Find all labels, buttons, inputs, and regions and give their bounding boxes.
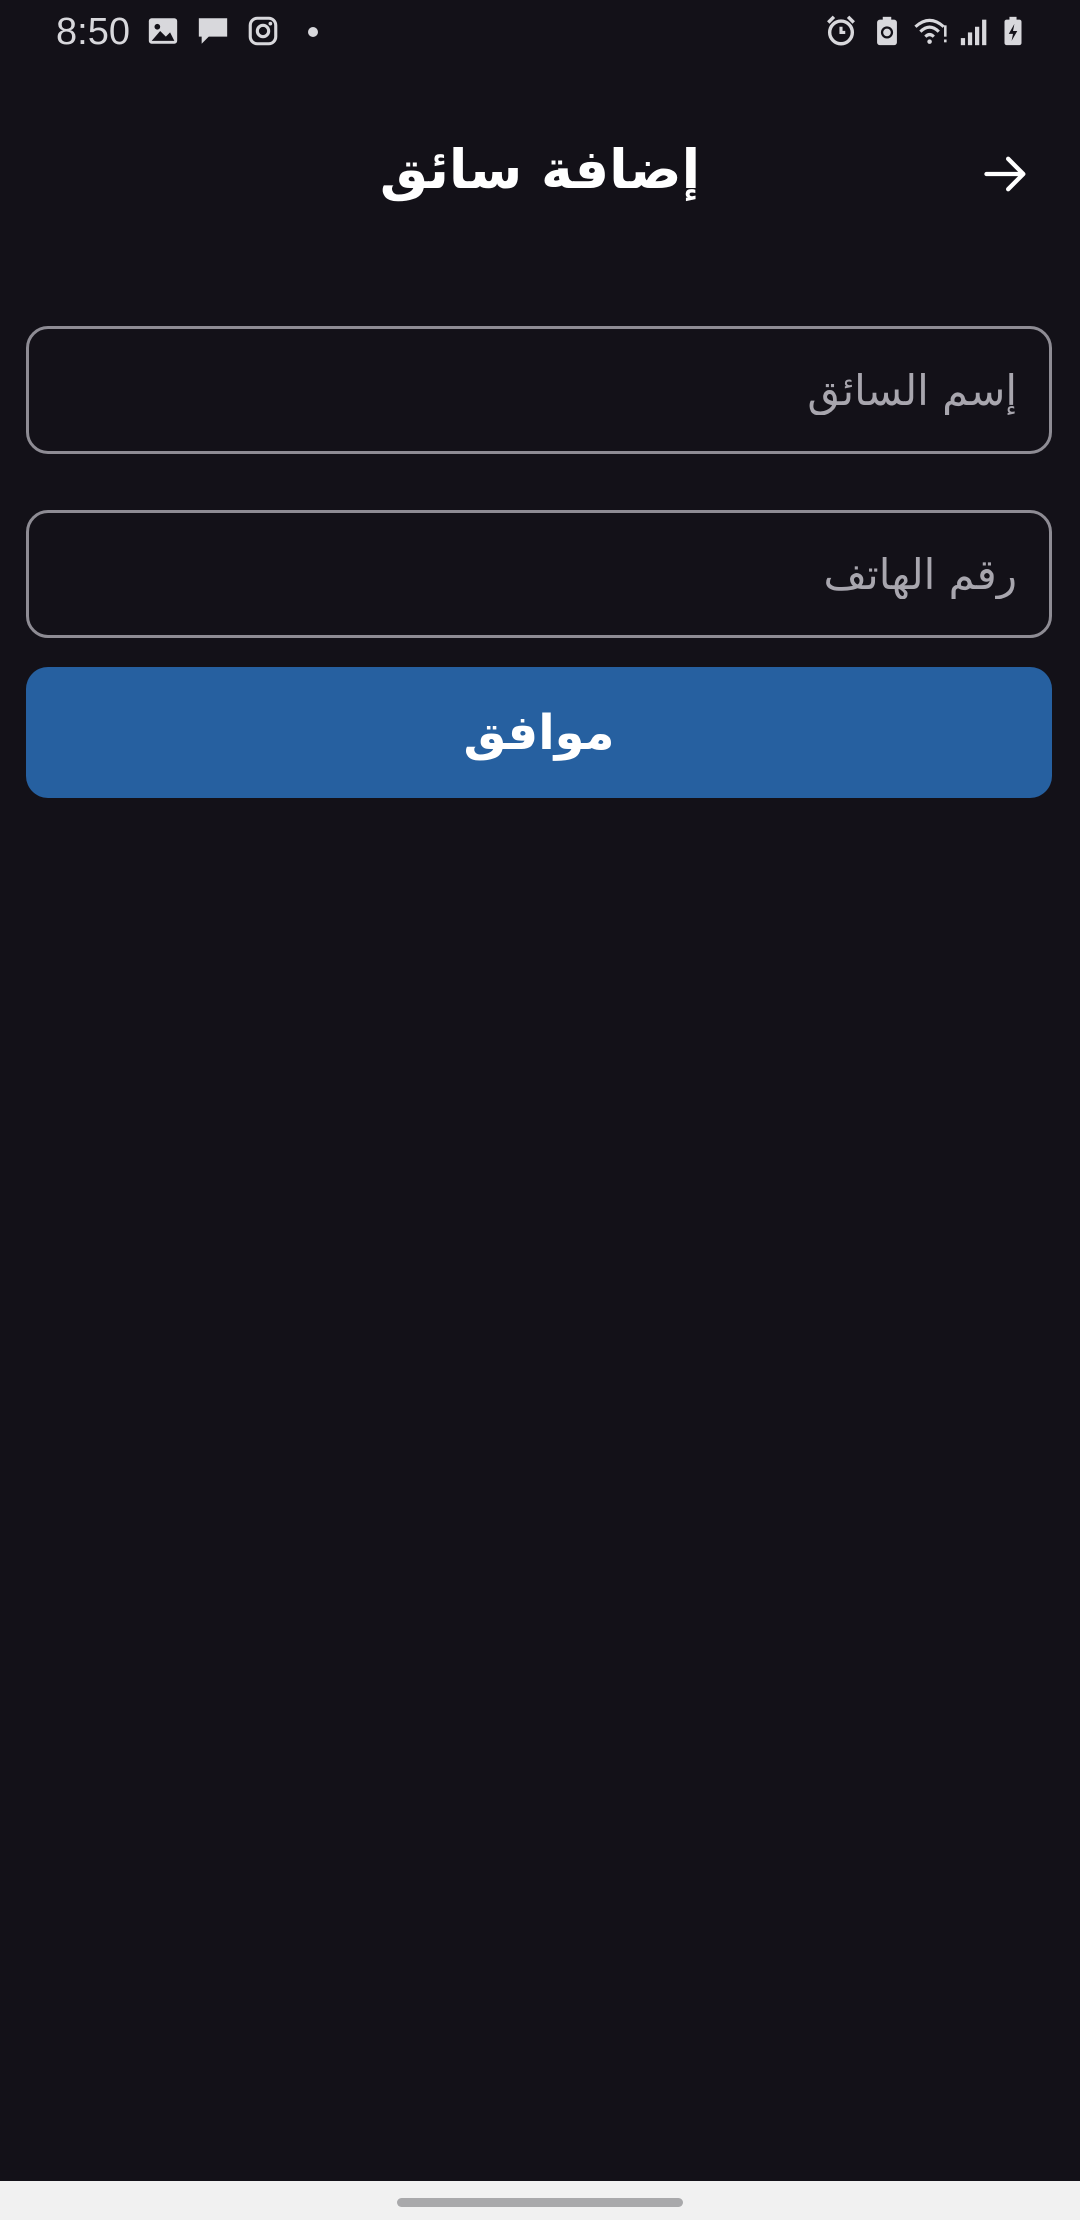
phone-number-input[interactable] bbox=[29, 513, 1049, 635]
instagram-icon bbox=[246, 14, 280, 48]
app-bar: إضافة سائق bbox=[0, 110, 1080, 230]
signal-icon bbox=[958, 14, 992, 48]
submit-button[interactable]: موافق bbox=[26, 667, 1052, 798]
home-gesture-handle[interactable] bbox=[397, 2198, 683, 2207]
alarm-icon bbox=[824, 14, 858, 48]
notification-dot-icon bbox=[308, 27, 318, 37]
message-icon bbox=[196, 14, 230, 48]
status-time: 8:50 bbox=[56, 11, 130, 53]
gallery-icon bbox=[146, 14, 180, 48]
system-nav-bar bbox=[0, 2181, 1080, 2220]
arrow-right-icon bbox=[984, 156, 1026, 192]
battery-saver-icon bbox=[870, 14, 904, 48]
phone-number-field bbox=[26, 510, 1052, 638]
page-title: إضافة سائق bbox=[379, 138, 701, 201]
status-bar: 8:50 bbox=[0, 0, 1080, 64]
back-button[interactable] bbox=[966, 134, 1046, 214]
wifi-icon bbox=[914, 14, 948, 48]
add-driver-screen: 8:50 إضافة سائق إسم السائق رقم الهاتف مو… bbox=[0, 0, 1080, 2220]
battery-charging-icon bbox=[996, 14, 1030, 48]
driver-name-field bbox=[26, 326, 1052, 454]
driver-name-input[interactable] bbox=[29, 329, 1049, 451]
